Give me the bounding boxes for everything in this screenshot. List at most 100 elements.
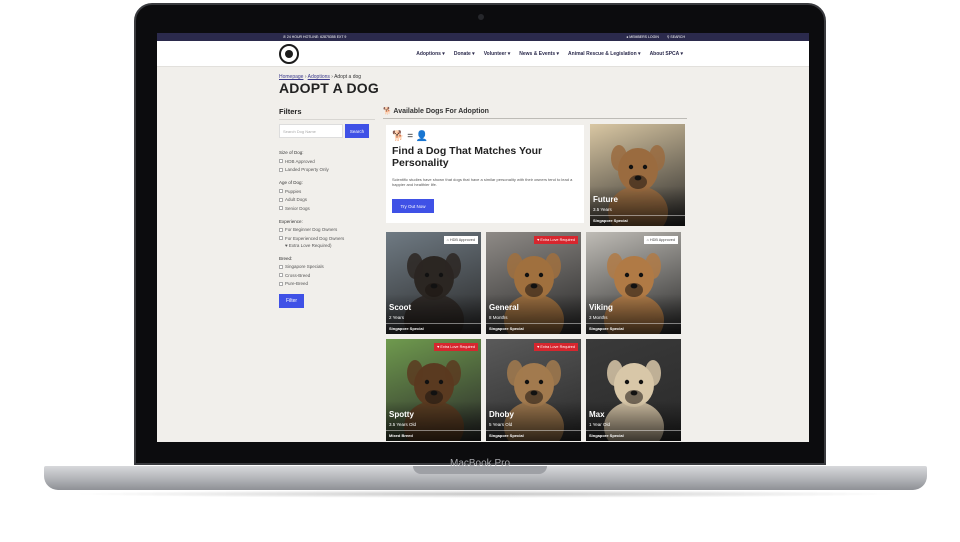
size-option[interactable]: Landed Property Only <box>279 166 375 175</box>
breed-option[interactable]: Cross-Breed <box>279 271 375 280</box>
age-label: Age of Dog: <box>279 180 303 185</box>
divider <box>386 323 481 324</box>
status-badge: ⌂ HDB Approved <box>643 236 678 244</box>
experience-label: Experience: <box>279 218 303 224</box>
divider <box>486 323 581 324</box>
checkbox[interactable] <box>279 197 283 202</box>
hotline-text[interactable]: ✆ 24 HOUR HOTLINE: 62875355 EXT 9 <box>283 35 346 39</box>
search-button[interactable]: Search <box>345 124 369 138</box>
dog-name: Spotty <box>389 410 414 419</box>
nav-item-volunteer[interactable]: Volunteer ▾ <box>484 51 511 57</box>
dog-breed: Singapore Special <box>489 326 524 331</box>
try-out-now-button[interactable]: Try Out Now <box>392 199 434 213</box>
breed-filter-group: Breed: Singapore Specials Cross-Breed Pu… <box>279 256 375 289</box>
heart-icon: ♥ <box>437 345 440 349</box>
top-bar: ✆ 24 HOUR HOTLINE: 62875355 EXT 9 ● MEMB… <box>157 33 809 41</box>
age-option[interactable]: Puppies <box>279 187 375 196</box>
dog-name: Dhoby <box>489 410 514 419</box>
status-badge: ♥ Extra Love Required <box>534 236 578 244</box>
extra-love-note: ♥ Extra Love Required) <box>285 242 332 248</box>
nav-item-donate[interactable]: Donate ▾ <box>454 51 475 57</box>
checkbox[interactable] <box>279 167 283 172</box>
nav-item-adoptions[interactable]: Adoptions ▾ <box>416 51 445 57</box>
dog-name: Future <box>593 195 618 204</box>
main-nav: Adoptions ▾ Donate ▾ Volunteer ▾ News & … <box>157 41 809 67</box>
dog-age: 1 Year Old <box>589 422 611 427</box>
divider <box>590 215 685 216</box>
dog-name: Viking <box>589 303 613 312</box>
dog-name: General <box>489 303 519 312</box>
divider <box>586 323 681 324</box>
nav-item-news-events[interactable]: News & Events ▾ <box>519 51 559 57</box>
breed-label: Breed: <box>279 255 293 261</box>
dog-card[interactable]: ♥ Extra Love Required Dhoby 5 Years Old S… <box>486 339 581 441</box>
dog-breed: Singapore Special <box>589 326 624 331</box>
page-title: ADOPT A DOG <box>279 80 379 96</box>
age-option[interactable]: Adult Dogs <box>279 196 375 205</box>
status-badge: ♥ Extra Love Required <box>534 343 578 351</box>
webcam-icon <box>478 14 484 20</box>
dog-card[interactable]: ⌂ HDB Approved Scoot 2 Years Singapore Sp… <box>386 232 481 334</box>
experience-filter-group: Experience: For Beginner Dog Owners For … <box>279 219 375 250</box>
model-label: MacBook Pro <box>449 458 511 469</box>
filter-button[interactable]: Filter <box>279 294 304 308</box>
dog-card[interactable]: ⌂ HDB Approved Viking 3 Months Singapore … <box>586 232 681 334</box>
home-icon: ⌂ <box>446 238 449 242</box>
dog-age: 5 Years Old <box>489 422 513 427</box>
dog-name-search-input[interactable]: Search Dog Name <box>279 124 343 138</box>
size-filter-group: Size of Dog: HDB Approved Landed Propert… <box>279 150 375 174</box>
dog-name: Max <box>589 410 605 419</box>
laptop-mockup: MacBook Pro ✆ 24 HOUR HOTLINE: 62875355 … <box>0 0 960 542</box>
dog-card[interactable]: Max 1 Year Old Singapore Special <box>586 339 681 441</box>
age-option[interactable]: Senior Dogs <box>279 204 375 213</box>
home-icon: ⌂ <box>646 238 649 242</box>
nav-menu: Adoptions ▾ Donate ▾ Volunteer ▾ News & … <box>416 51 683 57</box>
divider <box>586 430 681 431</box>
experience-option[interactable]: For Beginner Dog Owners <box>279 226 375 235</box>
checkbox[interactable] <box>279 264 283 269</box>
dog-equals-person-icon: 🐕 = 👤 <box>392 131 429 142</box>
dog-breed: Singapore Special <box>489 433 524 438</box>
checkbox[interactable] <box>279 273 283 278</box>
dog-card[interactable]: ♥ Extra Love Required Spotty 3.5 Years Ol… <box>386 339 481 441</box>
nav-item-about[interactable]: About SPCA ▾ <box>650 51 683 57</box>
dog-card[interactable]: Future 3.5 Years Singapore Special <box>590 124 685 226</box>
divider <box>386 430 481 431</box>
checkbox[interactable] <box>279 236 283 241</box>
dog-breed: Singapore Special <box>593 218 628 223</box>
members-login-link[interactable]: ● MEMBERS LOGIN <box>626 35 659 39</box>
age-filter-group: Age of Dog: Puppies Adult Dogs Senior Do… <box>279 180 375 213</box>
checkbox[interactable] <box>279 281 283 286</box>
available-dogs-heading: 🐕 Available Dogs For Adoption <box>383 107 687 119</box>
dog-age: 3.5 Years <box>593 207 612 212</box>
dog-age: 3.5 Years Old <box>389 422 417 427</box>
experience-option[interactable]: For Experienced Dog Owners <box>279 234 375 243</box>
nav-item-animal-rescue[interactable]: Animal Rescue & Legislation ▾ <box>568 51 641 57</box>
dog-age: 3 Months <box>589 315 608 320</box>
checkbox[interactable] <box>279 227 283 232</box>
checkbox[interactable] <box>279 206 283 211</box>
spca-logo[interactable] <box>279 43 299 64</box>
breed-option[interactable]: Singapore Specials <box>279 263 375 272</box>
status-badge: ⌂ HDB Approved <box>443 236 478 244</box>
dog-card[interactable]: ♥ Extra Love Required General 8 Months Si… <box>486 232 581 334</box>
checkbox[interactable] <box>279 189 283 194</box>
status-badge: ♥ Extra Love Required <box>434 343 478 351</box>
heart-icon: ♥ <box>537 345 540 349</box>
dog-age: 2 Years <box>389 315 405 320</box>
dog-breed: Singapore Special <box>589 433 624 438</box>
browser-viewport: ✆ 24 HOUR HOTLINE: 62875355 EXT 9 ● MEMB… <box>157 33 809 442</box>
laptop-shadow <box>70 490 900 498</box>
dog-age: 8 Months <box>489 315 508 320</box>
search-link[interactable]: ⚲ SEARCH <box>667 35 685 39</box>
personality-promo-card: 🐕 = 👤 Find a Dog That Matches Your Perso… <box>386 125 584 223</box>
size-option[interactable]: HDB Approved <box>279 157 375 166</box>
dog-name: Scoot <box>389 303 412 312</box>
checkbox[interactable] <box>279 159 283 164</box>
breed-option[interactable]: Pure-Breed <box>279 280 375 289</box>
promo-title: Find a Dog That Matches Your Personality <box>392 145 543 169</box>
promo-text: Scientific studies have shown that dogs … <box>392 177 573 187</box>
dog-breed: Mixed Breed <box>389 433 413 438</box>
heart-icon: ♥ <box>537 238 540 242</box>
filters-panel: Filters Search Dog Name Search Size of D… <box>279 107 375 308</box>
